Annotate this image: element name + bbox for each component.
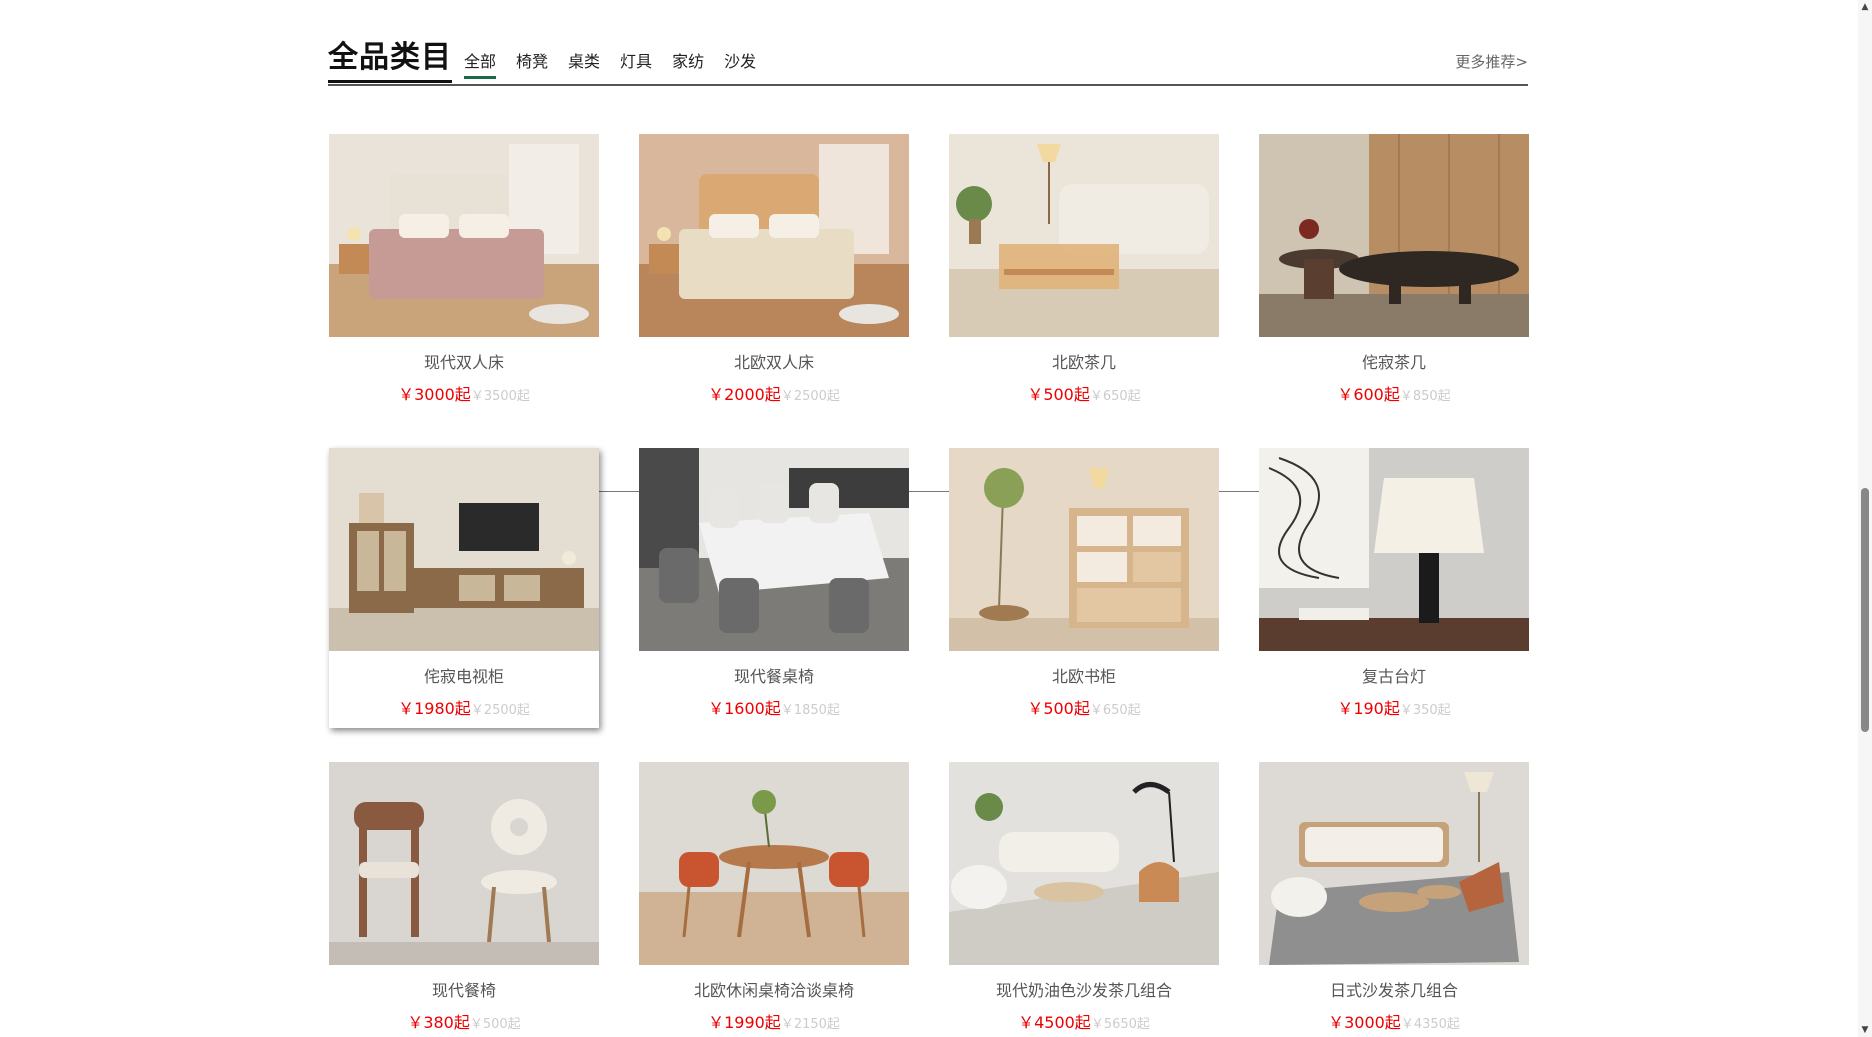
original-price: ￥350起: [1399, 703, 1451, 718]
product-card[interactable]: 侘寂茶几 ￥600起￥850起: [1259, 134, 1529, 414]
tab-tables[interactable]: 桌类: [568, 52, 600, 79]
current-price: ￥3000起: [398, 385, 471, 404]
product-price-row: ￥500起￥650起: [949, 385, 1219, 407]
bed-icon[interactable]: [329, 134, 599, 337]
original-price: ￥5650起: [1090, 1017, 1150, 1032]
current-price: ￥600起: [1337, 385, 1400, 404]
more-recommendations-link[interactable]: 更多推荐>: [1455, 52, 1528, 72]
sofa-icon[interactable]: [949, 762, 1219, 965]
section-title: 全品类目: [328, 40, 452, 83]
original-price: ￥650起: [1089, 703, 1141, 718]
current-price: ￥190起: [1337, 699, 1400, 718]
product-card[interactable]: 侘寂电视柜 ￥1980起￥2500起: [329, 448, 599, 728]
product-name[interactable]: 现代双人床: [329, 353, 599, 373]
product-card[interactable]: 现代餐桌椅 ￥1600起￥1850起: [639, 448, 909, 728]
product-price-row: ￥4500起￥5650起: [949, 1013, 1219, 1035]
connector-line: [909, 491, 949, 492]
product-name[interactable]: 北欧休闲桌椅洽谈桌椅: [639, 981, 909, 1001]
tab-lamps[interactable]: 灯具: [620, 52, 652, 79]
chair-icon[interactable]: [329, 762, 599, 965]
current-price: ￥500起: [1027, 699, 1090, 718]
product-price-row: ￥190起￥350起: [1259, 699, 1529, 721]
vertical-scrollbar[interactable]: ▲ ▼: [1858, 0, 1872, 1037]
product-name[interactable]: 现代餐桌椅: [639, 667, 909, 687]
product-price-row: ￥1600起￥1850起: [639, 699, 909, 721]
dining-set-icon[interactable]: [639, 762, 909, 965]
current-price: ￥500起: [1027, 385, 1090, 404]
product-name[interactable]: 北欧书柜: [949, 667, 1219, 687]
product-card[interactable]: 北欧休闲桌椅洽谈桌椅 ￥1990起￥2150起: [639, 762, 909, 1037]
current-price: ￥4500起: [1018, 1013, 1091, 1032]
current-price: ￥1980起: [398, 699, 471, 718]
original-price: ￥1850起: [780, 703, 840, 718]
product-name[interactable]: 北欧双人床: [639, 353, 909, 373]
product-name[interactable]: 现代餐椅: [329, 981, 599, 1001]
category-tabs: 全部 椅凳 桌类 灯具 家纺 沙发: [464, 52, 756, 79]
coffee-table-icon[interactable]: [949, 134, 1219, 337]
current-price: ￥1600起: [708, 699, 781, 718]
original-price: ￥850起: [1399, 389, 1451, 404]
product-card[interactable]: 北欧茶几 ￥500起￥650起: [949, 134, 1219, 414]
arrow-up-icon[interactable]: ▲: [1858, 0, 1872, 14]
original-price: ￥2500起: [470, 703, 530, 718]
product-price-row: ￥1980起￥2500起: [329, 699, 599, 721]
tab-all[interactable]: 全部: [464, 52, 497, 79]
current-price: ￥1990起: [708, 1013, 781, 1032]
arrow-down-icon[interactable]: ▼: [1858, 1023, 1872, 1037]
product-card[interactable]: 现代餐椅 ￥380起￥500起: [329, 762, 599, 1037]
dining-set-icon[interactable]: [639, 448, 909, 651]
original-price: ￥2500起: [780, 389, 840, 404]
original-price: ￥500起: [469, 1017, 521, 1032]
tv-cabinet-icon[interactable]: [329, 448, 599, 651]
current-price: ￥380起: [407, 1013, 470, 1032]
product-price-row: ￥3000起￥3500起: [329, 385, 599, 407]
sofa-icon[interactable]: [1259, 762, 1529, 965]
original-price: ￥650起: [1089, 389, 1141, 404]
bed-icon[interactable]: [639, 134, 909, 337]
product-price-row: ￥2000起￥2500起: [639, 385, 909, 407]
connector-line: [1219, 491, 1259, 492]
page: 全品类目 全部 椅凳 桌类 灯具 家纺 沙发 更多推荐> 现代双人床 ￥3000起…: [0, 0, 1872, 1037]
current-price: ￥3000起: [1328, 1013, 1401, 1032]
product-card[interactable]: 北欧书柜 ￥500起￥650起: [949, 448, 1219, 728]
product-name[interactable]: 现代奶油色沙发茶几组合: [949, 981, 1219, 1001]
current-price: ￥2000起: [708, 385, 781, 404]
scrollbar-thumb[interactable]: [1861, 488, 1869, 732]
product-name[interactable]: 复古台灯: [1259, 667, 1529, 687]
product-card[interactable]: 北欧双人床 ￥2000起￥2500起: [639, 134, 909, 414]
original-price: ￥4350起: [1400, 1017, 1460, 1032]
product-price-row: ￥600起￥850起: [1259, 385, 1529, 407]
product-card[interactable]: 日式沙发茶几组合 ￥3000起￥4350起: [1259, 762, 1529, 1037]
product-price-row: ￥3000起￥4350起: [1259, 1013, 1529, 1035]
original-price: ￥3500起: [470, 389, 530, 404]
category-header: 全品类目 全部 椅凳 桌类 灯具 家纺 沙发 更多推荐>: [328, 40, 1528, 86]
product-price-row: ￥1990起￥2150起: [639, 1013, 909, 1035]
table-lamp-icon[interactable]: [1259, 448, 1529, 651]
product-card[interactable]: 现代奶油色沙发茶几组合 ￥4500起￥5650起: [949, 762, 1219, 1037]
coffee-table-icon[interactable]: [1259, 134, 1529, 337]
tab-sofas[interactable]: 沙发: [724, 52, 756, 79]
product-name[interactable]: 侘寂茶几: [1259, 353, 1529, 373]
product-card[interactable]: 复古台灯 ￥190起￥350起: [1259, 448, 1529, 728]
tab-textiles[interactable]: 家纺: [672, 52, 704, 79]
product-name[interactable]: 侘寂电视柜: [329, 667, 599, 687]
bookcase-icon[interactable]: [949, 448, 1219, 651]
product-price-row: ￥380起￥500起: [329, 1013, 599, 1035]
product-name[interactable]: 日式沙发茶几组合: [1259, 981, 1529, 1001]
connector-line: [599, 491, 639, 492]
original-price: ￥2150起: [780, 1017, 840, 1032]
tab-chairs-stools[interactable]: 椅凳: [516, 52, 548, 79]
product-card[interactable]: 现代双人床 ￥3000起￥3500起: [329, 134, 599, 414]
product-price-row: ￥500起￥650起: [949, 699, 1219, 721]
product-name[interactable]: 北欧茶几: [949, 353, 1219, 373]
